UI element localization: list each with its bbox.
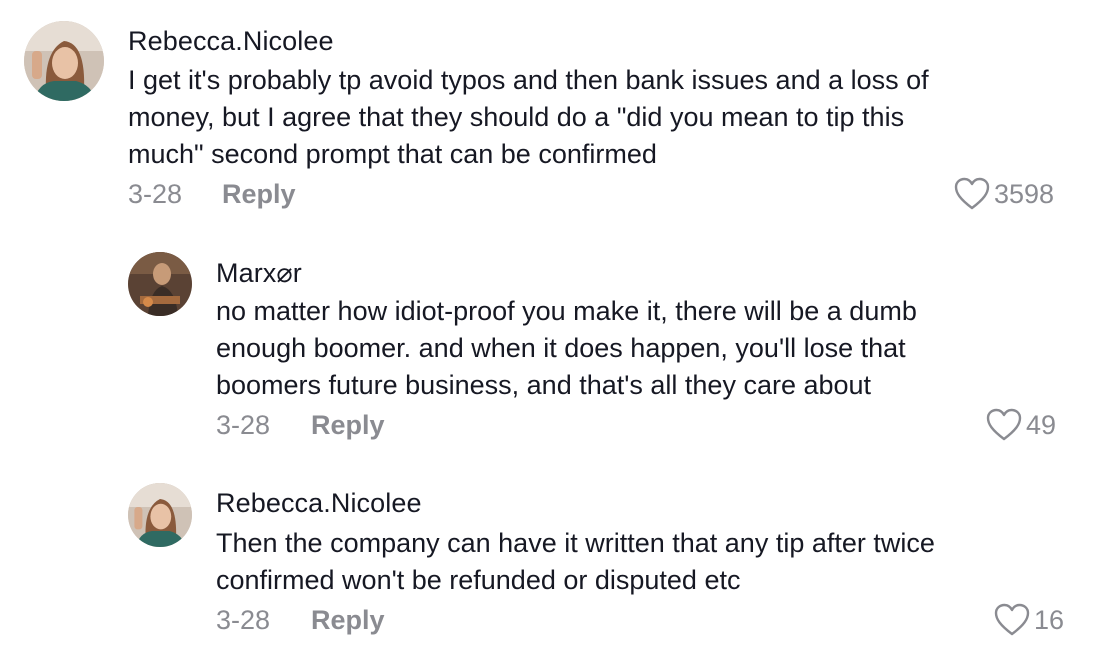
comment-text-line: I get it's probably tp avoid typos and t…: [128, 65, 929, 95]
heart-outline-icon: [994, 603, 1030, 636]
comment-text-line: boomers future business, and that's all …: [216, 370, 872, 400]
comment-text-line: Then the company can have it written tha…: [216, 528, 935, 558]
avatar[interactable]: [24, 21, 104, 101]
like-button[interactable]: 3598: [954, 177, 1054, 211]
comment-date: 3-28: [216, 410, 271, 440]
comment-username[interactable]: Rebecca.Nicolee: [128, 26, 334, 57]
comment-text-line: much" second prompt that can be confirme…: [128, 139, 657, 169]
comment-date: 3-28: [128, 179, 183, 209]
comment-text: I get it's probably tp avoid typos and t…: [128, 62, 929, 173]
comment-text-line: confirmed won't be refunded or disputed …: [216, 565, 741, 595]
reply-comment-item: Rebecca.Nicolee Then the company can hav…: [0, 460, 1100, 666]
user-avatar-photo-icon: [128, 483, 192, 547]
avatar[interactable]: [128, 252, 192, 316]
user-avatar-photo-icon: [24, 21, 104, 101]
comment-text: no matter how idiot-proof you make it, t…: [216, 293, 917, 404]
user-avatar-photo-icon: [128, 252, 192, 316]
reply-button[interactable]: Reply: [311, 410, 385, 441]
reply-button[interactable]: Reply: [222, 179, 296, 210]
avatar[interactable]: [128, 483, 192, 547]
like-count: 49: [1026, 409, 1057, 440]
like-count: 16: [1034, 604, 1065, 635]
comment-text: Then the company can have it written tha…: [216, 525, 935, 599]
comment-username[interactable]: Marx⌀r: [216, 258, 302, 289]
heart-outline-icon: [954, 177, 990, 210]
comment-username[interactable]: Rebecca.Nicolee: [216, 488, 422, 519]
like-button[interactable]: 49: [986, 408, 1056, 442]
like-button[interactable]: 16: [994, 603, 1064, 637]
comment-text-line: money, but I agree that they should do a…: [128, 102, 905, 132]
like-count: 3598: [994, 178, 1055, 209]
heart-outline-icon: [986, 408, 1022, 441]
reply-button[interactable]: Reply: [311, 605, 385, 636]
comment-item: Rebecca.Nicolee I get it's probably tp a…: [0, 0, 1100, 230]
reply-comment-item: Marx⌀r no matter how idiot-proof you mak…: [0, 230, 1100, 460]
comment-date: 3-28: [216, 605, 271, 635]
comment-text-line: no matter how idiot-proof you make it, t…: [216, 296, 917, 326]
comment-text-line: enough boomer. and when it does happen, …: [216, 333, 906, 363]
